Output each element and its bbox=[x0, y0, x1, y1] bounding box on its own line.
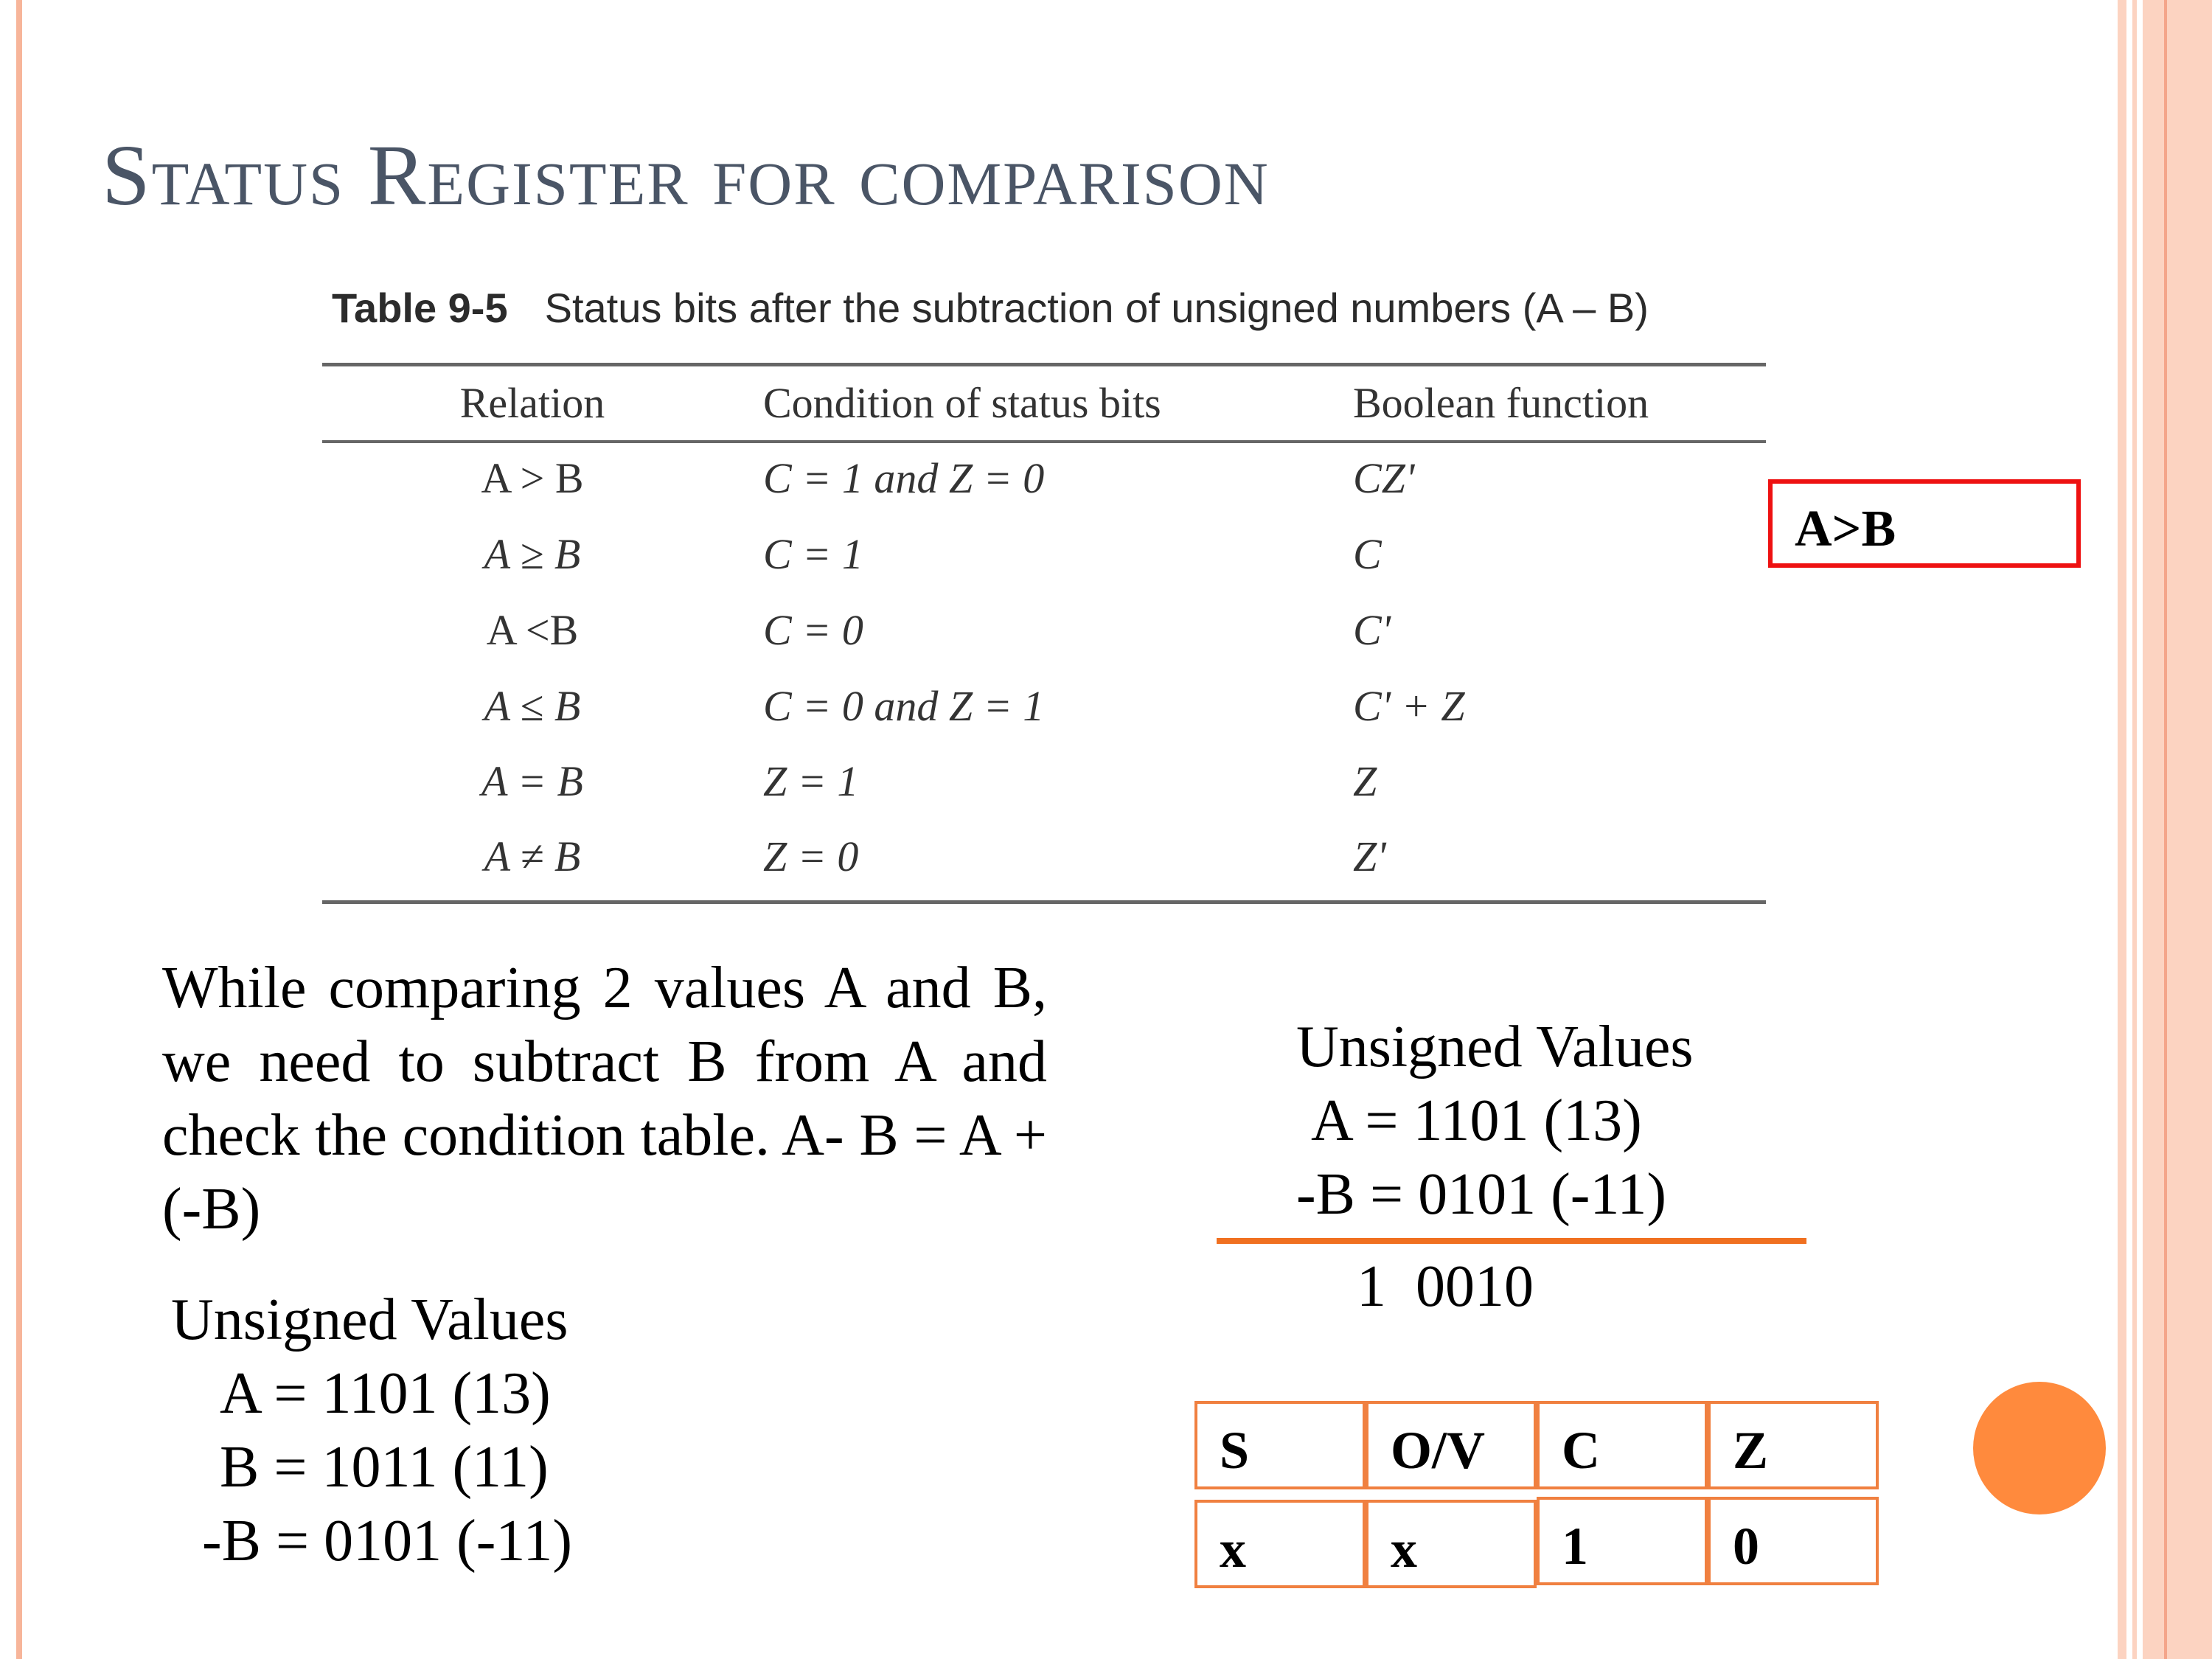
table-row: A ≠ B Z = 0 Z' bbox=[322, 832, 1766, 891]
flag-header-ov: O/V bbox=[1366, 1401, 1537, 1489]
flag-value: 1 bbox=[1562, 1517, 1588, 1576]
right-border-gap bbox=[2126, 0, 2132, 1659]
flag-header-label: S bbox=[1220, 1421, 1250, 1480]
condition-cell: Z = 0 bbox=[763, 832, 859, 880]
condition-cell: C = 0 and Z = 1 bbox=[763, 682, 1045, 730]
unsigned-values-left: Unsigned Values A = 1101 (13) B = 1011 (… bbox=[171, 1283, 572, 1578]
header-relation: Relation bbox=[459, 379, 605, 427]
table-bottom-rule bbox=[322, 900, 1766, 904]
boolean-cell: C' + Z bbox=[1353, 682, 1465, 730]
flag-header-z: Z bbox=[1708, 1401, 1879, 1489]
table-row: A > B C = 1 and Z = 0 CZ' bbox=[322, 453, 1766, 512]
right-border-stripe bbox=[2118, 0, 2126, 1659]
table-caption: Table 9-5 Status bits after the subtracti… bbox=[332, 284, 1649, 332]
value-line: B = 1011 (11) bbox=[220, 1435, 549, 1500]
condition-cell: C = 0 bbox=[763, 606, 863, 654]
table-row: A ≤ B C = 0 and Z = 1 C' + Z bbox=[322, 681, 1766, 740]
right-border-band bbox=[2143, 0, 2212, 1659]
flag-header-label: C bbox=[1562, 1421, 1600, 1480]
condition-cell: Z = 1 bbox=[763, 757, 859, 805]
flag-header-c: C bbox=[1537, 1401, 1708, 1489]
highlight-label: A>B bbox=[1795, 501, 1896, 557]
right-border-gap-2 bbox=[2137, 0, 2143, 1659]
flag-value-z: 0 bbox=[1708, 1497, 1879, 1585]
value-line: A = 1101 (13) bbox=[1311, 1088, 1642, 1153]
boolean-cell: Z' bbox=[1353, 832, 1386, 880]
relation-cell: A ≤ B bbox=[484, 682, 581, 730]
highlight-box: A>B bbox=[1768, 479, 2081, 568]
unsigned-heading: Unsigned Values bbox=[1296, 1015, 1694, 1079]
boolean-cell: C bbox=[1353, 530, 1382, 578]
relation-cell: A = B bbox=[481, 757, 583, 805]
table-row: A <B C = 0 C' bbox=[322, 605, 1766, 664]
flag-value: x bbox=[1220, 1520, 1246, 1579]
value-line: -B = 0101 (-11) bbox=[1296, 1162, 1667, 1227]
table-row: A = B Z = 1 Z bbox=[322, 757, 1766, 815]
value-line: -B = 0101 (-11) bbox=[202, 1509, 573, 1573]
table-top-rule bbox=[322, 363, 1766, 366]
flag-value-c: 1 bbox=[1537, 1497, 1708, 1585]
flag-header-s: S bbox=[1194, 1401, 1366, 1489]
right-border-line bbox=[2164, 0, 2167, 1659]
unsigned-values-right: Unsigned Values A = 1101 (13) -B = 0101 … bbox=[1296, 1010, 1693, 1231]
subtraction-result: 1 0010 bbox=[1357, 1254, 1534, 1319]
relation-cell: A <B bbox=[486, 606, 579, 654]
left-border-bar bbox=[16, 0, 22, 1659]
table-caption-number: Table 9-5 bbox=[332, 285, 508, 331]
boolean-cell: Z bbox=[1353, 757, 1377, 805]
slide-title: Status Register for comparison bbox=[102, 127, 1270, 223]
value-line: A = 1101 (13) bbox=[220, 1361, 551, 1426]
sum-underline bbox=[1217, 1238, 1806, 1244]
relation-cell: A ≠ B bbox=[484, 832, 581, 880]
unsigned-heading: Unsigned Values bbox=[171, 1287, 568, 1352]
explanation-paragraph: While comparing 2 values A and B, we nee… bbox=[162, 956, 1047, 1242]
table-header-row: Relation Condition of status bits Boolea… bbox=[322, 378, 1766, 437]
flag-value: 0 bbox=[1733, 1517, 1759, 1576]
flag-value-ov: x bbox=[1366, 1500, 1537, 1588]
relation-cell: A ≥ B bbox=[484, 530, 581, 578]
flag-value-s: x bbox=[1194, 1500, 1366, 1588]
table-row: A ≥ B C = 1 C bbox=[322, 529, 1766, 588]
condition-cell: C = 1 bbox=[763, 530, 863, 578]
table-header-rule bbox=[322, 440, 1766, 443]
relation-cell: A > B bbox=[481, 454, 584, 502]
flag-header-label: O/V bbox=[1391, 1421, 1486, 1480]
flag-header-label: Z bbox=[1733, 1421, 1769, 1480]
decorative-circle bbox=[1973, 1382, 2106, 1514]
boolean-cell: CZ' bbox=[1353, 454, 1415, 502]
header-boolean: Boolean function bbox=[1353, 379, 1649, 427]
flag-value: x bbox=[1391, 1520, 1417, 1579]
boolean-cell: C' bbox=[1353, 606, 1391, 654]
table-caption-text: Status bits after the subtraction of uns… bbox=[544, 285, 1649, 331]
header-condition: Condition of status bits bbox=[763, 379, 1161, 427]
condition-cell: C = 1 and Z = 0 bbox=[763, 454, 1045, 502]
